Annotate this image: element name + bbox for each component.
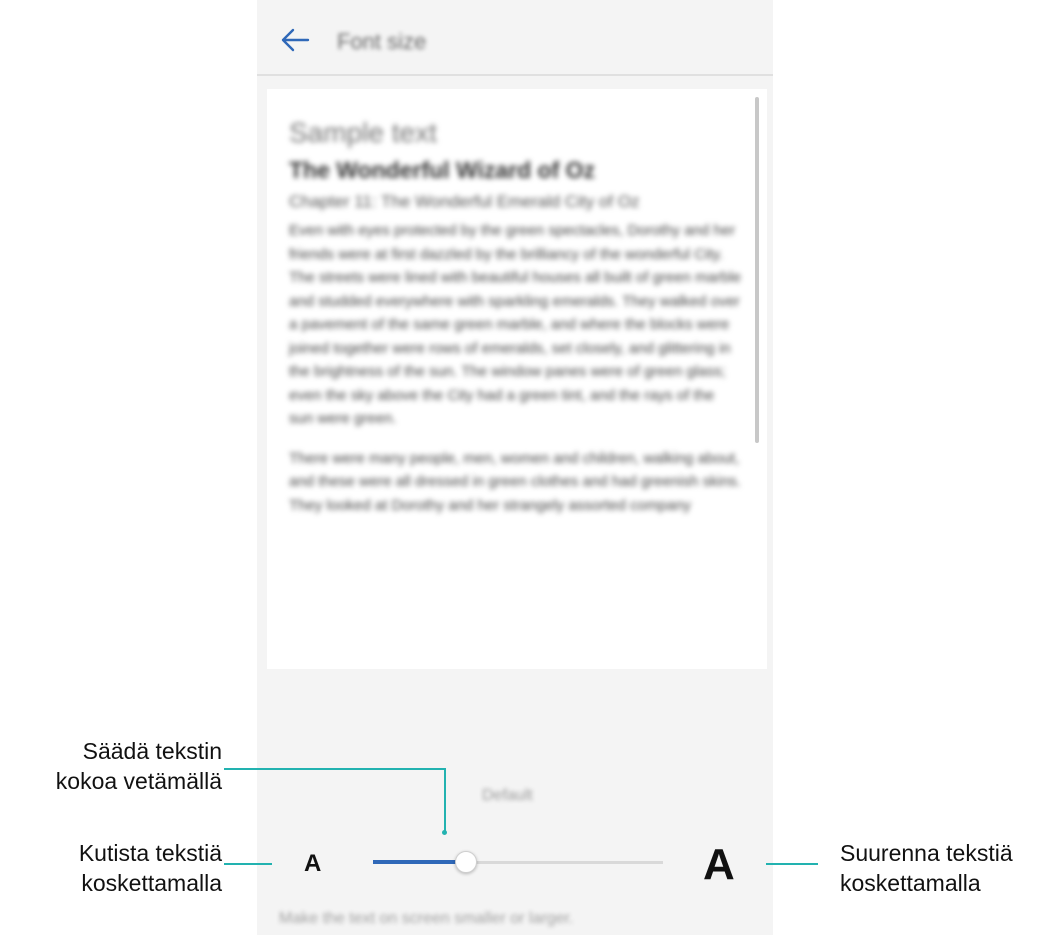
annotation-drag-line2: kokoa vetämällä [55, 768, 222, 794]
annotation-shrink-line2: koskettamalla [81, 870, 222, 896]
back-button[interactable] [277, 22, 313, 58]
annotation-drag-line1: Säädä tekstin [82, 738, 222, 764]
phone-screen: Font size Sample text The Wonderful Wiza… [257, 0, 773, 935]
slider-thumb[interactable] [454, 851, 477, 873]
increase-font-button[interactable]: A [703, 840, 735, 890]
annotation-enlarge-line2: koskettamalla [840, 870, 981, 896]
preview-paragraph: There were many people, men, women and c… [289, 449, 741, 514]
font-size-hint: Make the text on screen smaller or large… [279, 910, 574, 927]
page-title: Font size [337, 29, 427, 54]
book-title: The Wonderful Wizard of Oz [289, 157, 596, 183]
drag-leader-vertical [444, 768, 446, 832]
annotation-enlarge-line1: Suurenna tekstiä [840, 840, 1013, 866]
default-size-label: Default [482, 787, 533, 804]
annotation-shrink: Kutista tekstiä koskettamalla [8, 838, 222, 898]
annotation-enlarge: Suurenna tekstiä koskettamalla [840, 838, 1050, 898]
font-size-slider[interactable] [373, 851, 663, 873]
enlarge-leader [766, 863, 818, 865]
preview-paragraph: Even with eyes protected by the green sp… [289, 222, 741, 427]
preview-content: Sample text The Wonderful Wizard of Oz C… [267, 89, 767, 517]
annotation-shrink-line1: Kutista tekstiä [78, 840, 222, 866]
sample-text-heading: Sample text [289, 117, 437, 148]
text-preview-panel[interactable]: Sample text The Wonderful Wizard of Oz C… [267, 89, 767, 669]
app-bar: Font size [257, 0, 773, 76]
drag-leader-horizontal [224, 768, 446, 770]
slider-fill [373, 860, 466, 864]
shrink-leader [224, 863, 272, 865]
arrow-left-icon [281, 28, 310, 52]
preview-scrollbar[interactable] [755, 97, 759, 443]
decrease-font-button[interactable]: A [304, 850, 321, 878]
drag-leader-dot [442, 830, 447, 835]
annotation-drag: Säädä tekstin kokoa vetämällä [8, 736, 222, 796]
chapter-title: Chapter 11: The Wonderful Emerald City o… [289, 192, 640, 211]
